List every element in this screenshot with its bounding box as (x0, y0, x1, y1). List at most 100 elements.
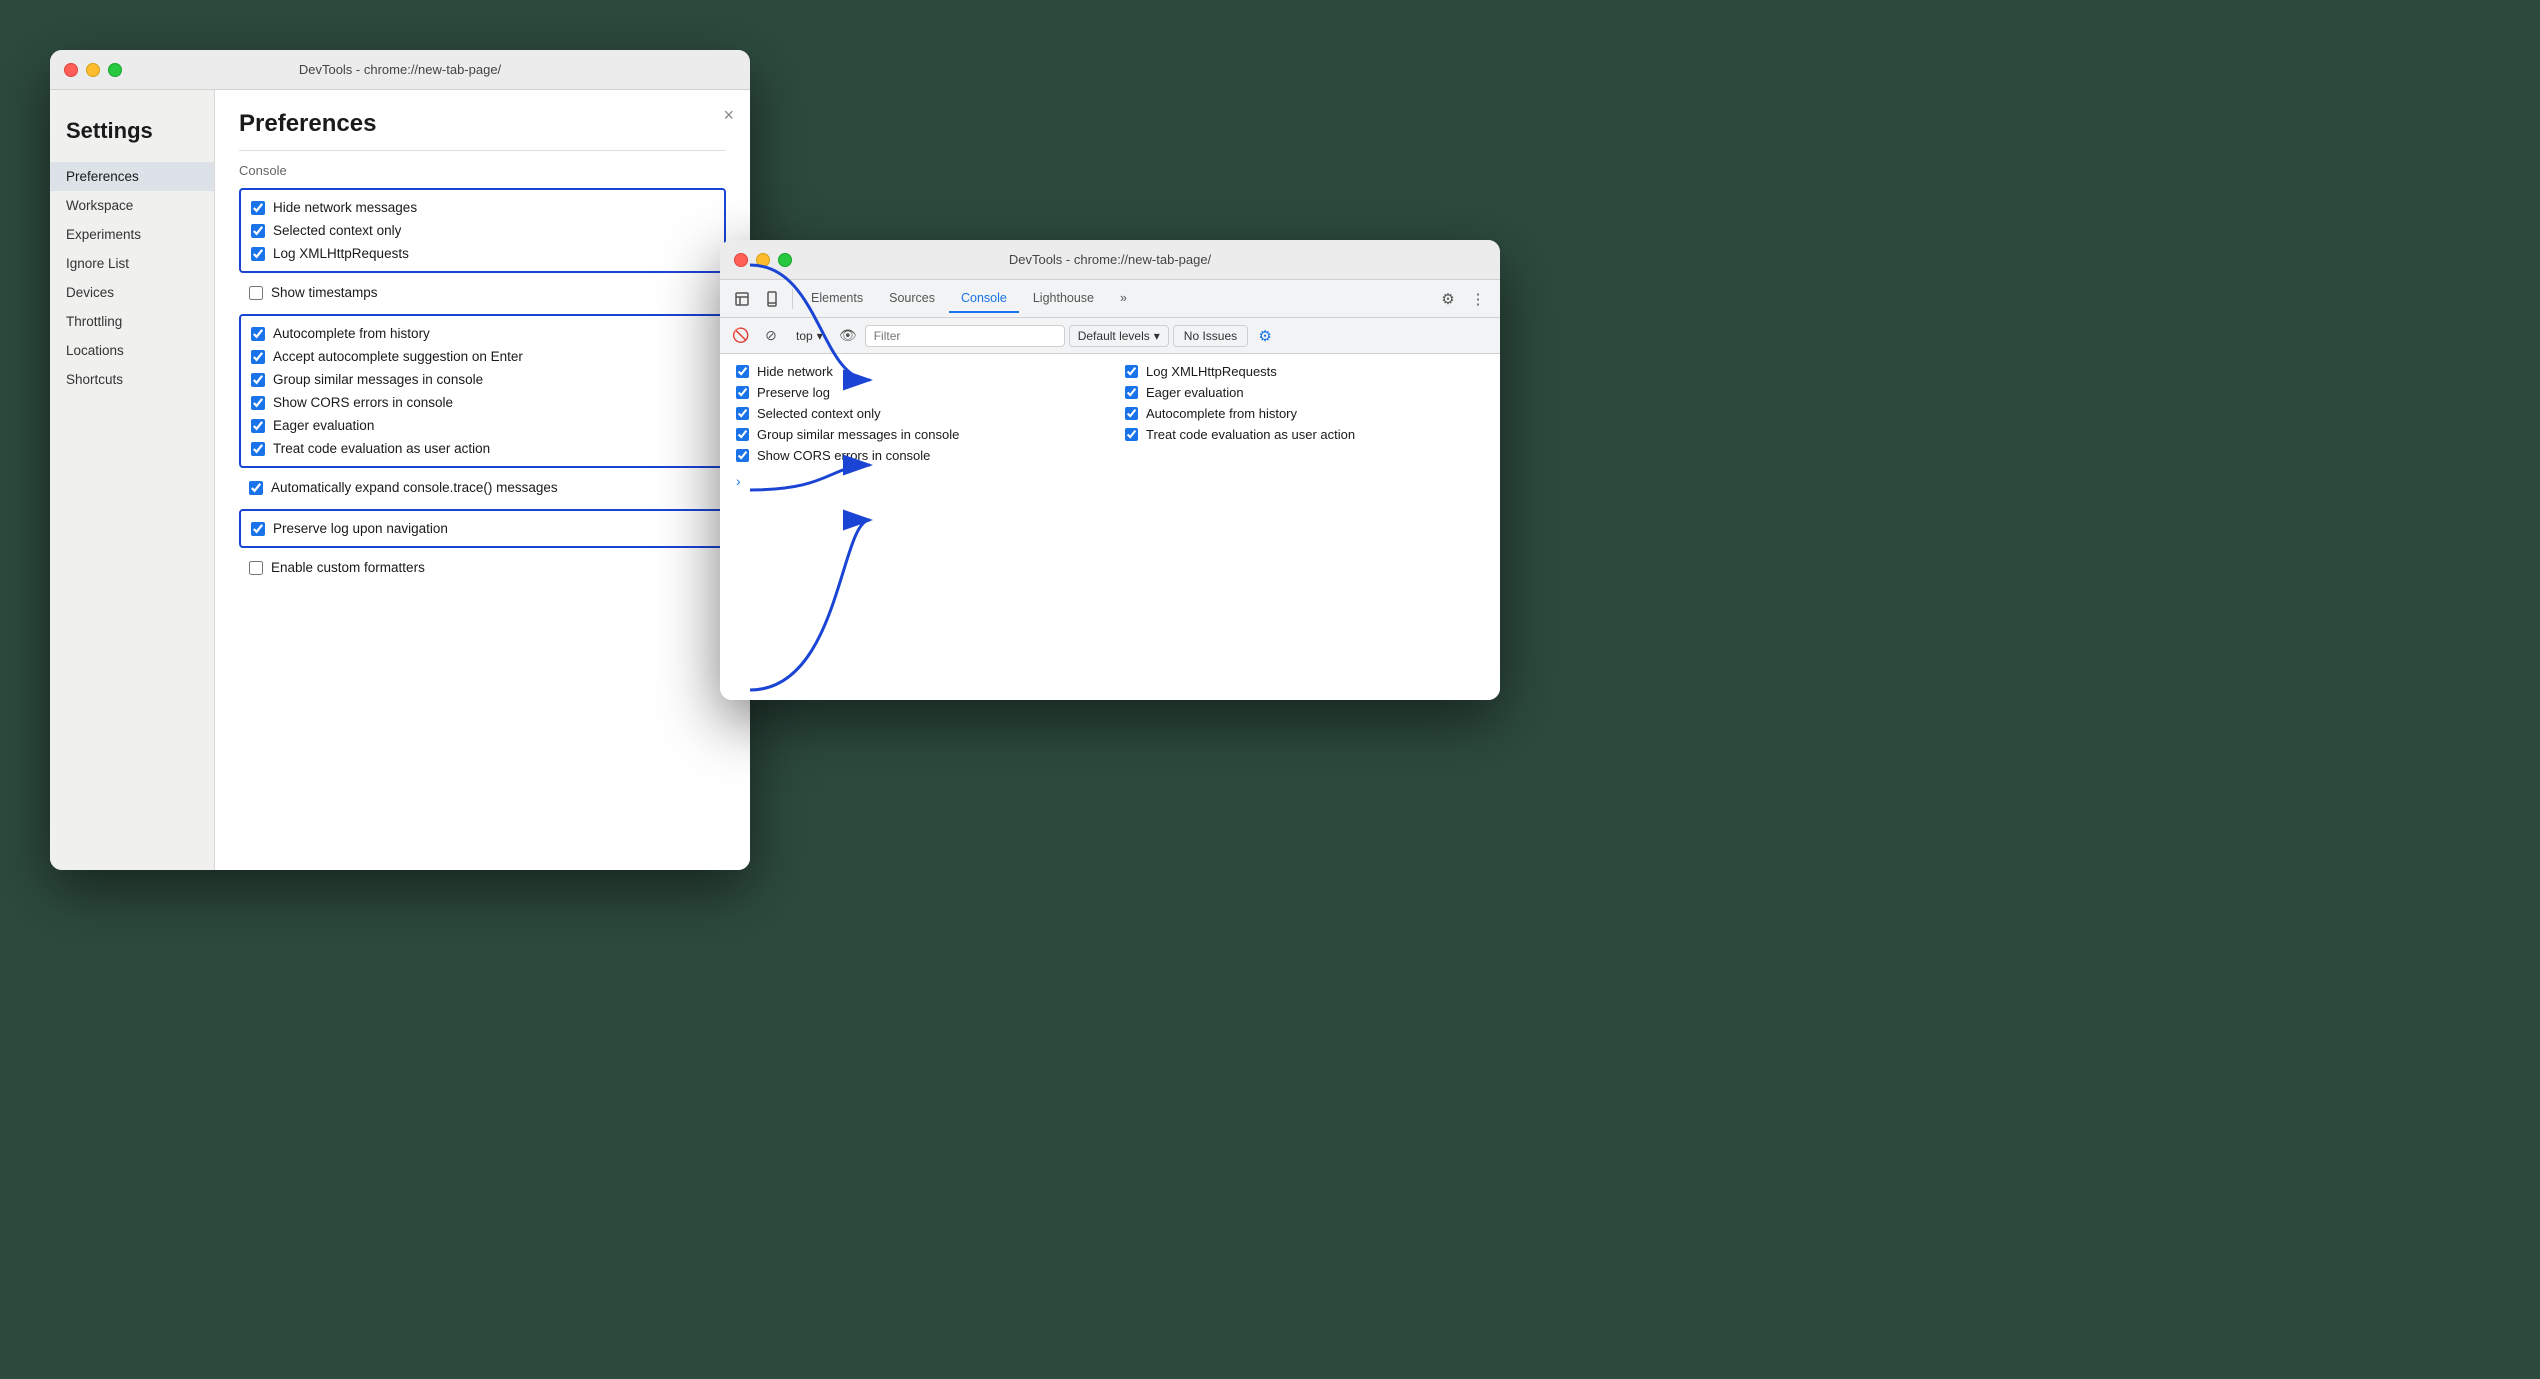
levels-arrow: ▾ (1154, 329, 1160, 343)
console-cors-item[interactable]: Show CORS errors in console (736, 448, 1095, 463)
sidebar-item-ignore-list[interactable]: Ignore List (50, 249, 214, 278)
sidebar-item-experiments[interactable]: Experiments (50, 220, 214, 249)
selected-context-only-item[interactable]: Selected context only (251, 219, 714, 242)
settings-sidebar: Settings Preferences Workspace Experimen… (50, 90, 215, 870)
console-cors-checkbox[interactable] (736, 449, 749, 462)
custom-formatters-checkbox[interactable] (249, 561, 263, 575)
console-treat-code-label: Treat code evaluation as user action (1146, 427, 1355, 442)
expand-trace-label: Automatically expand console.trace() mes… (271, 480, 558, 495)
settings-icon[interactable]: ⚙ (1434, 285, 1462, 313)
tab-more[interactable]: » (1108, 285, 1139, 313)
console-treat-code-checkbox[interactable] (1125, 428, 1138, 441)
console-toolbar: 🚫 ⊘ top ▾ 👁 Default levels ▾ No Issues ⚙ (720, 318, 1500, 354)
top-dropdown[interactable]: top ▾ (788, 326, 831, 346)
log-xmlhttprequests-checkbox[interactable] (251, 247, 265, 261)
minimize-button[interactable] (86, 63, 100, 77)
custom-formatters-label: Enable custom formatters (271, 560, 425, 575)
console-selected-context-checkbox[interactable] (736, 407, 749, 420)
levels-dropdown[interactable]: Default levels ▾ (1069, 325, 1169, 347)
inspect-icon[interactable] (728, 285, 756, 313)
devtools-minimize-button[interactable] (756, 253, 770, 267)
device-icon[interactable] (758, 285, 786, 313)
settings-main: × Preferences Console Hide network messa… (215, 90, 750, 870)
accept-autocomplete-item[interactable]: Accept autocomplete suggestion on Enter (251, 345, 714, 368)
show-timestamps-item[interactable]: Show timestamps (239, 281, 726, 304)
preserve-log-item[interactable]: Preserve log upon navigation (251, 517, 714, 540)
console-filter-input[interactable] (865, 325, 1065, 347)
tab-lighthouse[interactable]: Lighthouse (1021, 285, 1106, 313)
group-similar-checkbox[interactable] (251, 373, 265, 387)
treat-code-item[interactable]: Treat code evaluation as user action (251, 437, 714, 460)
sidebar-item-shortcuts[interactable]: Shortcuts (50, 365, 214, 394)
log-xmlhttprequests-item[interactable]: Log XMLHttpRequests (251, 242, 714, 265)
console-autocomplete-checkbox[interactable] (1125, 407, 1138, 420)
console-treat-code-item[interactable]: Treat code evaluation as user action (1125, 427, 1484, 442)
settings-content: Settings Preferences Workspace Experimen… (50, 90, 750, 870)
console-log-xml-item[interactable]: Log XMLHttpRequests (1125, 364, 1484, 379)
selected-context-only-label: Selected context only (273, 223, 401, 238)
console-eager-eval-label: Eager evaluation (1146, 385, 1244, 400)
issues-button[interactable]: No Issues (1173, 325, 1248, 347)
tab-sources[interactable]: Sources (877, 285, 947, 313)
console-group-similar-checkbox[interactable] (736, 428, 749, 441)
treat-code-checkbox[interactable] (251, 442, 265, 456)
sidebar-item-workspace[interactable]: Workspace (50, 191, 214, 220)
accept-autocomplete-checkbox[interactable] (251, 350, 265, 364)
custom-formatters-item[interactable]: Enable custom formatters (239, 556, 726, 579)
console-prompt-row: › (736, 473, 1484, 489)
preserve-log-checkbox[interactable] (251, 522, 265, 536)
preserve-log-label: Preserve log upon navigation (273, 521, 448, 536)
sidebar-item-preferences[interactable]: Preferences (50, 162, 214, 191)
autocomplete-history-checkbox[interactable] (251, 327, 265, 341)
show-cors-checkbox[interactable] (251, 396, 265, 410)
devtools-close-button[interactable] (734, 253, 748, 267)
console-section-label: Console (239, 163, 726, 178)
expand-trace-checkbox[interactable] (249, 481, 263, 495)
maximize-button[interactable] (108, 63, 122, 77)
autocomplete-history-label: Autocomplete from history (273, 326, 430, 341)
console-hide-network-item[interactable]: Hide network (736, 364, 1095, 379)
console-group-similar-item[interactable]: Group similar messages in console (736, 427, 1095, 442)
console-log-xml-checkbox[interactable] (1125, 365, 1138, 378)
show-timestamps-checkbox[interactable] (249, 286, 263, 300)
top-label: top (796, 329, 813, 343)
hide-network-messages-label: Hide network messages (273, 200, 417, 215)
show-cors-item[interactable]: Show CORS errors in console (251, 391, 714, 414)
sidebar-item-devices[interactable]: Devices (50, 278, 214, 307)
tab-separator (792, 289, 793, 309)
tab-elements[interactable]: Elements (799, 285, 875, 313)
selected-context-only-checkbox[interactable] (251, 224, 265, 238)
more-icon[interactable]: ⋮ (1464, 285, 1492, 313)
tab-console[interactable]: Console (949, 285, 1019, 313)
autocomplete-history-item[interactable]: Autocomplete from history (251, 322, 714, 345)
console-hide-network-checkbox[interactable] (736, 365, 749, 378)
console-gear-icon[interactable]: ⚙ (1252, 323, 1278, 349)
sidebar-item-throttling[interactable]: Throttling (50, 307, 214, 336)
eager-eval-item[interactable]: Eager evaluation (251, 414, 714, 437)
group-similar-item[interactable]: Group similar messages in console (251, 368, 714, 391)
console-selected-context-label: Selected context only (757, 406, 881, 421)
console-preserve-log-item[interactable]: Preserve log (736, 385, 1095, 400)
console-eager-eval-checkbox[interactable] (1125, 386, 1138, 399)
console-preserve-log-checkbox[interactable] (736, 386, 749, 399)
log-xmlhttprequests-label: Log XMLHttpRequests (273, 246, 409, 261)
console-preserve-log-label: Preserve log (757, 385, 830, 400)
console-eager-eval-item[interactable]: Eager evaluation (1125, 385, 1484, 400)
console-autocomplete-item[interactable]: Autocomplete from history (1125, 406, 1484, 421)
hide-network-messages-checkbox[interactable] (251, 201, 265, 215)
prompt-chevron-icon: › (736, 473, 741, 489)
expand-trace-item[interactable]: Automatically expand console.trace() mes… (239, 476, 726, 499)
sidebar-item-locations[interactable]: Locations (50, 336, 214, 365)
clear-console-icon[interactable]: 🚫 (728, 323, 754, 349)
eager-eval-checkbox[interactable] (251, 419, 265, 433)
console-autocomplete-label: Autocomplete from history (1146, 406, 1297, 421)
eye-icon[interactable]: 👁 (835, 323, 861, 349)
devtools-maximize-button[interactable] (778, 253, 792, 267)
console-body: Hide network Log XMLHttpRequests Preserv… (720, 354, 1500, 700)
close-button[interactable] (64, 63, 78, 77)
console-selected-context-item[interactable]: Selected context only (736, 406, 1095, 421)
filter-icon[interactable]: ⊘ (758, 323, 784, 349)
top-dropdown-arrow: ▾ (817, 329, 823, 343)
hide-network-messages-item[interactable]: Hide network messages (251, 196, 714, 219)
close-icon[interactable]: × (723, 106, 734, 124)
